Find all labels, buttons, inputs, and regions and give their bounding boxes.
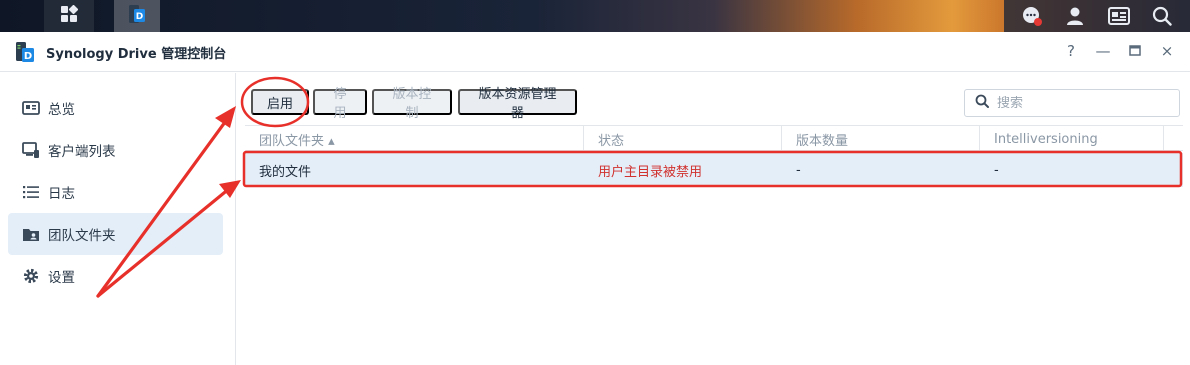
drive-taskbar-button[interactable]: D [114,0,160,32]
team-folder-table: 团队文件夹 ▴ 状态 版本数量 Intelliversioning 我的文件 用… [245,125,1183,187]
version-explorer-button[interactable]: 版本资源管理器 [458,87,577,121]
enable-button[interactable]: 启用 [251,89,309,115]
desktop-taskbar: D [0,0,1190,32]
client-list-icon [22,141,40,159]
table-row[interactable]: 我的文件 用户主目录被禁用 - - [245,153,1183,187]
search-icon[interactable] [1148,2,1176,30]
close-button[interactable]: × [1158,42,1176,60]
search-icon [975,94,989,112]
column-header-status[interactable]: 状态 [584,126,782,152]
cell-status: 用户主目录被禁用 [598,164,703,180]
grid-menu-icon [60,4,79,27]
widgets-icon[interactable] [1105,2,1133,30]
drive-app-icon: D [127,4,147,28]
svg-text:D: D [24,51,32,62]
maximize-icon [1129,45,1141,56]
version-control-button[interactable]: 版本控制 [372,87,452,121]
search-input[interactable] [997,95,1167,111]
svg-text:D: D [136,12,143,22]
cell-intelliversioning: - [994,162,999,178]
notification-chat-icon[interactable] [1018,2,1046,30]
sidebar-item-label: 总览 [48,102,75,118]
overview-icon [22,99,40,117]
window-title: Synology Drive 管理控制台 [46,47,227,62]
toolbar: 启用 停用 版本控制 版本资源管理器 [237,87,1190,121]
log-icon [22,183,40,201]
disable-button[interactable]: 停用 [313,87,367,121]
team-folder-icon [22,225,40,243]
table-header: 团队文件夹 ▴ 状态 版本数量 Intelliversioning [245,125,1183,152]
sidebar-item-overview[interactable]: 总览 [8,87,223,129]
column-header-team-folder[interactable]: 团队文件夹 ▴ [245,126,584,152]
taskbar-tray [1004,0,1190,32]
minimize-button[interactable]: — [1094,42,1112,60]
main-menu-button[interactable] [44,0,94,32]
synology-drive-logo-icon: D [14,41,36,63]
sidebar-item-settings[interactable]: 设置 [8,255,223,297]
search-box[interactable] [964,89,1180,117]
cell-folder-name: 我的文件 [259,164,312,180]
sidebar-item-team-folder[interactable]: 团队文件夹 [8,213,223,255]
help-button[interactable]: ? [1062,42,1080,60]
sidebar-item-label: 团队文件夹 [48,228,116,244]
sidebar-item-log[interactable]: 日志 [8,171,223,213]
settings-gear-icon [22,267,40,285]
column-header-version-count[interactable]: 版本数量 [782,126,980,152]
window-titlebar: D Synology Drive 管理控制台 ? — × [0,32,1190,72]
main-panel: 启用 停用 版本控制 版本资源管理器 团队文件夹 ▴ 状态 版本数量 Intel… [237,73,1190,365]
user-icon[interactable] [1061,2,1089,30]
column-header-intelliversioning[interactable]: Intelliversioning [980,126,1164,152]
sidebar-item-label: 客户端列表 [48,144,116,160]
sidebar-item-client-list[interactable]: 客户端列表 [8,129,223,171]
cell-version-count: - [796,162,801,178]
sidebar-item-label: 日志 [48,186,75,202]
maximize-button[interactable] [1126,42,1144,60]
sidebar: 总览 客户端列表 日志 团队文件夹 设置 [0,73,236,365]
sidebar-item-label: 设置 [48,270,75,286]
